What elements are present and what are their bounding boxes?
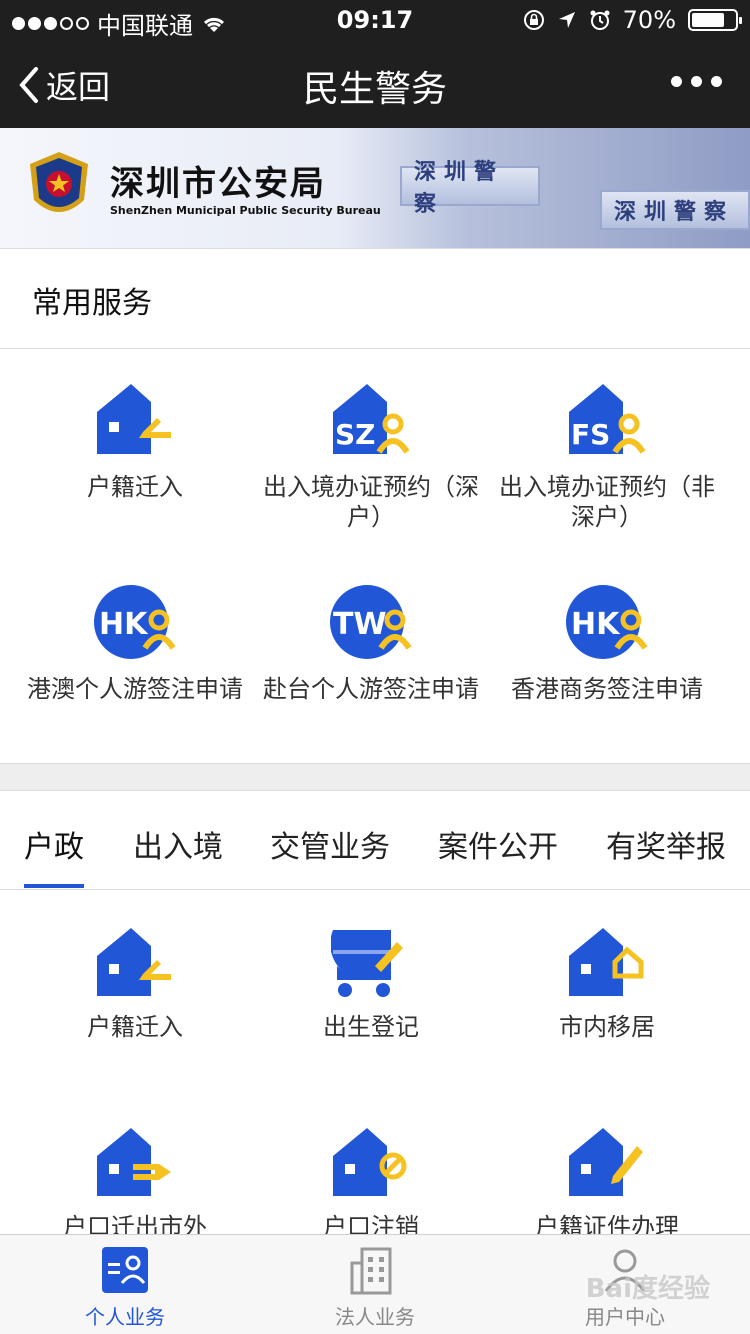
- bottom-tab-label: 法人业务: [335, 1305, 415, 1329]
- status-bar: 中国联通 09:17 70%: [0, 0, 750, 40]
- house-pen-icon: [97, 928, 171, 996]
- service-label: 出入境办证预约（非深户）: [499, 473, 715, 531]
- service-hk-macau-tour[interactable]: HK 港澳个人游签注申请: [16, 584, 254, 704]
- house-edit-icon: [569, 1128, 643, 1196]
- divider: [0, 889, 750, 890]
- battery-icon: [688, 9, 742, 31]
- page-title: 民生警务: [302, 69, 447, 110]
- status-right: 70%: [523, 6, 742, 34]
- svg-text:HK: HK: [99, 607, 149, 642]
- service-hk-business-visa[interactable]: HK 香港商务签注申请: [488, 584, 726, 704]
- house-ban-icon: [333, 1128, 407, 1196]
- service-exit-entry-sz[interactable]: SZ 出入境办证预约（深户）: [252, 382, 490, 532]
- house-arrow-icon: [97, 1128, 171, 1196]
- service-birth-registration[interactable]: 出生登记: [252, 926, 490, 1042]
- svg-text:HK: HK: [571, 607, 621, 642]
- service-hukou-documents[interactable]: 户籍证件办理: [488, 1126, 726, 1242]
- hk-circle-person-icon: HK: [566, 585, 648, 659]
- more-dot-icon: [711, 76, 722, 87]
- nav-bar: 返回 民生警务: [0, 40, 750, 128]
- service-hukou-cancel[interactable]: 户口注销: [252, 1126, 490, 1242]
- police-emblem-icon: [30, 152, 88, 212]
- divider: [0, 248, 750, 249]
- service-label: 香港商务签注申请: [511, 675, 703, 703]
- tab-traffic[interactable]: 交管业务: [270, 822, 390, 866]
- service-label: 户籍迁入: [87, 473, 183, 501]
- tab-exit-entry[interactable]: 出入境: [133, 822, 223, 866]
- bottom-tab-corporate[interactable]: 法人业务: [250, 1245, 500, 1330]
- category-tabs: 户政 出入境 交管业务 案件公开 有奖举报: [0, 792, 750, 890]
- battery-percent: 70%: [622, 6, 676, 34]
- bottom-tab-label: 个人业务: [85, 1305, 165, 1329]
- service-hukou-move-in[interactable]: 户籍迁入: [16, 926, 254, 1042]
- service-label: 出生登记: [323, 1013, 419, 1041]
- hk-circle-person-icon: HK: [94, 585, 176, 659]
- person-card-icon: [102, 1247, 148, 1293]
- service-exit-entry-non-sz[interactable]: FS 出入境办证预约（非深户）: [488, 382, 726, 532]
- more-dot-icon: [691, 76, 702, 87]
- location-icon: [558, 12, 575, 28]
- service-label: 户籍迁入: [87, 1013, 183, 1041]
- more-dot-icon: [671, 76, 682, 87]
- bottom-tab-personal[interactable]: 个人业务: [0, 1245, 250, 1330]
- service-label: 赴台个人游签注申请: [263, 675, 479, 703]
- svg-text:SZ: SZ: [335, 418, 375, 451]
- tw-circle-person-icon: TW: [330, 585, 412, 659]
- sz-house-person-icon: SZ: [333, 384, 410, 454]
- banner: 深圳市公安局 ShenZhen Municipal Public Securit…: [0, 128, 750, 248]
- rotation-lock-icon: [523, 10, 544, 30]
- svg-text:FS: FS: [571, 418, 610, 451]
- divider: [0, 348, 750, 349]
- bottom-tab-label: 用户中心: [585, 1305, 665, 1329]
- watermark: Bai度经验: [585, 1274, 710, 1304]
- police-sign-left: 深圳警察: [400, 160, 540, 217]
- stroller-icon: [331, 930, 403, 997]
- common-services-title: 常用服务: [32, 286, 152, 321]
- service-intra-city-move[interactable]: 市内移居: [488, 926, 726, 1042]
- section-gap: [0, 763, 750, 791]
- service-label: 市内移居: [559, 1013, 655, 1041]
- bureau-name-en: ShenZhen Municipal Public Security Burea…: [110, 204, 381, 217]
- alarm-icon: [590, 10, 610, 30]
- building-icon: [350, 1247, 392, 1295]
- tab-case-disclosure[interactable]: 案件公开: [438, 822, 558, 866]
- service-taiwan-tour[interactable]: TW 赴台个人游签注申请: [252, 584, 490, 704]
- service-label: 港澳个人游签注申请: [27, 675, 243, 703]
- svg-text:TW: TW: [333, 607, 387, 642]
- tab-reward-report[interactable]: 有奖举报: [606, 822, 726, 866]
- house-pen-icon: [97, 384, 171, 454]
- tab-household[interactable]: 户政: [24, 822, 84, 866]
- fs-house-person-icon: FS: [569, 384, 646, 454]
- active-tab-indicator: [24, 884, 84, 888]
- service-hukou-move-out[interactable]: 户口迁出市外: [16, 1126, 254, 1242]
- service-label: 出入境办证预约（深户）: [263, 473, 479, 531]
- police-sign-right: 深圳警察: [600, 190, 750, 230]
- service-hukou-move-in[interactable]: 户籍迁入: [16, 382, 254, 502]
- house-home-icon: [569, 928, 644, 996]
- bureau-name-cn: 深圳市公安局: [110, 164, 326, 204]
- more-button[interactable]: [671, 76, 722, 87]
